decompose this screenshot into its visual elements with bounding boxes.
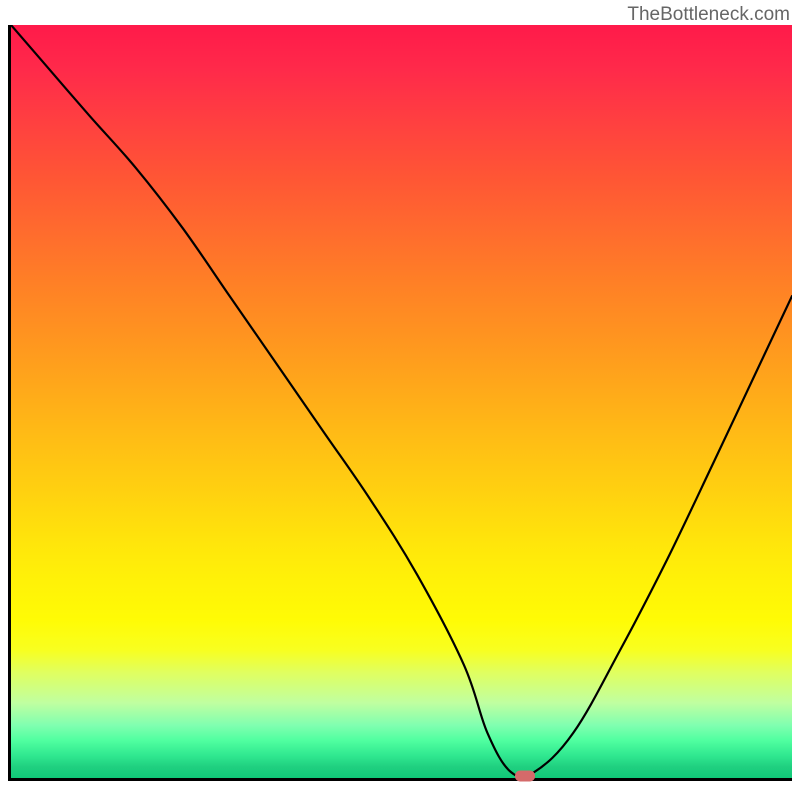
- watermark-text: TheBottleneck.com: [627, 4, 790, 26]
- curve-svg: [11, 25, 792, 778]
- bottleneck-curve-path: [11, 25, 792, 777]
- chart-plot-area: [8, 25, 792, 781]
- optimal-point-marker: [515, 771, 535, 782]
